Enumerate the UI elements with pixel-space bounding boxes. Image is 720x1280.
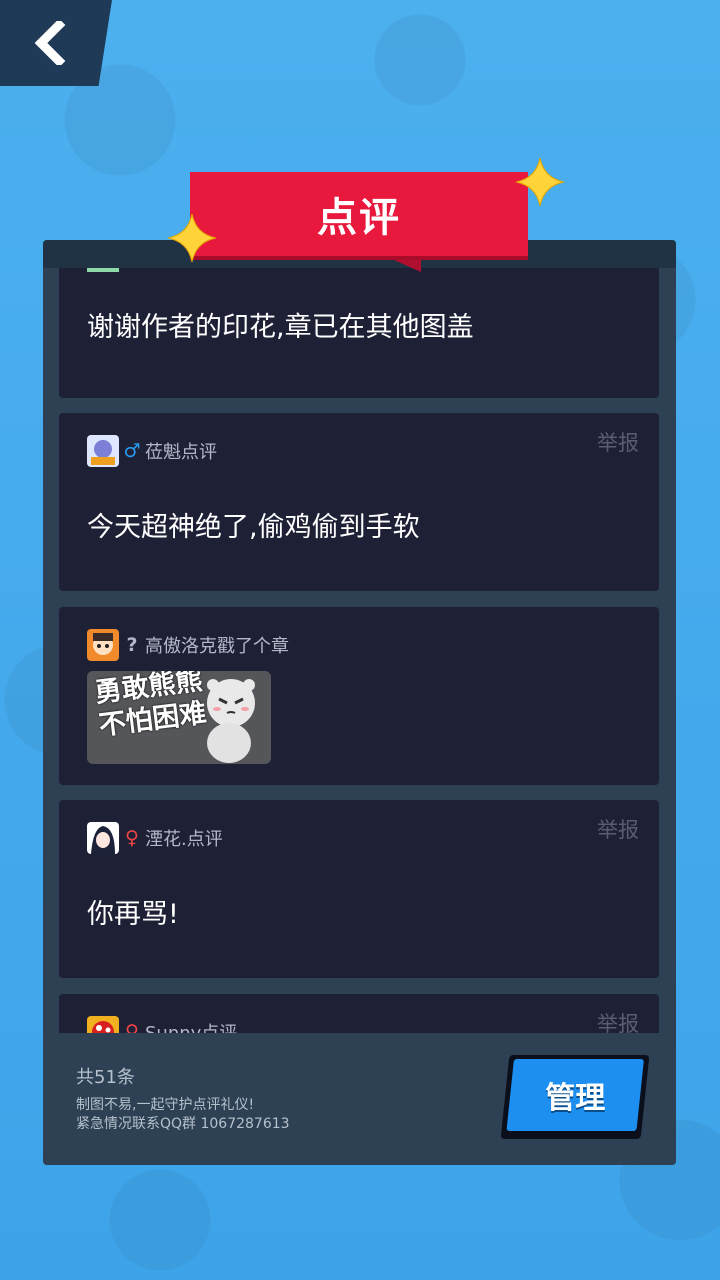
- page-title: 点评: [317, 195, 401, 241]
- manage-button-face[interactable]: 管理: [506, 1059, 644, 1131]
- notice-line: 紧急情况联系QQ群 1067287613: [76, 1116, 290, 1132]
- username[interactable]: Sunny点评: [145, 1019, 237, 1033]
- username[interactable]: 高傲洛克戳了个章: [145, 632, 289, 658]
- comment-text: 今天超神绝了,偷鸡偷到手软: [87, 512, 420, 543]
- manage-button-label: 管理: [545, 1081, 606, 1116]
- avatar[interactable]: [87, 629, 119, 661]
- avatar-edge: [87, 268, 119, 272]
- female-icon: ♀: [125, 1021, 139, 1033]
- report-button[interactable]: 举报: [597, 1008, 639, 1033]
- comment-count: 共51条: [76, 1067, 135, 1088]
- avatar[interactable]: [87, 822, 119, 854]
- avatar[interactable]: [87, 435, 119, 467]
- sparkle-icon: [515, 157, 565, 207]
- chevron-left-icon: [34, 21, 66, 65]
- unknown-gender-icon: ?: [126, 634, 138, 656]
- review-list[interactable]: 谢谢作者的印花,章已在其他图盖 ♂ 莅魁点评 举报 今天超神绝了,偷鸡偷到手软: [43, 268, 676, 1033]
- username[interactable]: 莅魁点评: [145, 438, 217, 464]
- review-card: ♂ 莅魁点评 举报 今天超神绝了,偷鸡偷到手软: [59, 413, 659, 591]
- female-icon: ♀: [125, 827, 139, 849]
- comment-text: 谢谢作者的印花,章已在其他图盖: [87, 312, 474, 343]
- notice-text: 制图不易,一起守护点评礼仪! 紧急情况联系QQ群 1067287613: [76, 1096, 290, 1134]
- back-button[interactable]: [0, 0, 112, 86]
- comment-text: 你再骂!: [87, 899, 179, 930]
- sparkle-icon: [167, 213, 217, 263]
- manage-button[interactable]: 管理: [500, 1055, 650, 1139]
- stamp-card: ? 高傲洛克戳了个章 勇敢熊熊 不怕困难: [59, 607, 659, 785]
- review-card: 谢谢作者的印花,章已在其他图盖: [59, 268, 659, 398]
- username[interactable]: 湮花.点评: [145, 825, 223, 851]
- panel-footer: 共51条 制图不易,一起守护点评礼仪! 紧急情况联系QQ群 1067287613…: [43, 1033, 676, 1165]
- avatar[interactable]: [87, 1016, 119, 1033]
- stamp-image: 勇敢熊熊 不怕困难: [87, 671, 271, 764]
- review-card: ♀ 湮花.点评 举报 你再骂!: [59, 800, 659, 978]
- review-card: ♀ Sunny点评 举报: [59, 994, 659, 1033]
- title-ribbon: 点评: [190, 172, 528, 260]
- bear-icon: [207, 679, 255, 763]
- notice-line: 制图不易,一起守护点评礼仪!: [76, 1097, 255, 1113]
- review-panel: 谢谢作者的印花,章已在其他图盖 ♂ 莅魁点评 举报 今天超神绝了,偷鸡偷到手软: [43, 240, 676, 1165]
- report-button[interactable]: 举报: [597, 814, 639, 844]
- male-icon: ♂: [123, 440, 141, 462]
- report-button[interactable]: 举报: [597, 427, 639, 457]
